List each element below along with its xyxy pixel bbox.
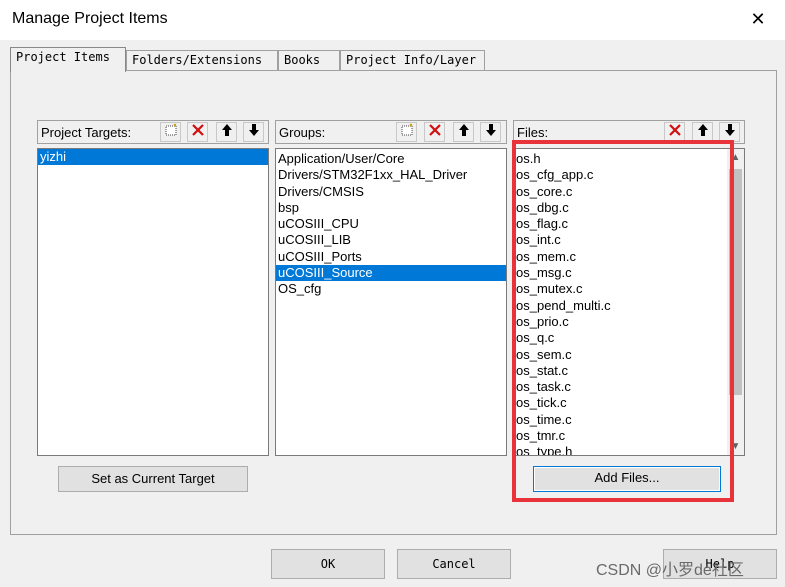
list-item[interactable]: Drivers/STM32F1xx_HAL_Driver (276, 167, 506, 183)
delete-icon (668, 124, 681, 136)
list-item[interactable]: Drivers/CMSIS (276, 184, 506, 200)
files-label: Files: (517, 125, 549, 140)
move-target-up-button[interactable] (216, 122, 237, 142)
delete-icon (428, 124, 441, 136)
list-item[interactable]: os.h (514, 151, 744, 167)
move-up-icon (458, 124, 469, 136)
watermark: CSDN @小罗de社区 (596, 562, 744, 579)
cancel-button[interactable]: Cancel (397, 549, 511, 579)
list-item[interactable]: os_q.c (514, 330, 744, 346)
groups-header: Groups: (275, 120, 507, 144)
list-item[interactable]: os_flag.c (514, 216, 744, 232)
list-item[interactable]: uCOSIII_CPU (276, 216, 506, 232)
list-item[interactable]: os_core.c (514, 184, 744, 200)
move-file-down-button[interactable] (719, 122, 740, 142)
delete-file-button[interactable] (664, 122, 685, 142)
targets-label: Project Targets: (41, 125, 132, 140)
list-item[interactable]: os_prio.c (514, 314, 744, 330)
delete-target-button[interactable] (187, 122, 208, 142)
groups-label: Groups: (279, 125, 326, 140)
list-item[interactable]: OS_cfg (276, 281, 506, 297)
new-target-button[interactable] (160, 122, 181, 142)
delete-icon (191, 124, 204, 136)
move-file-up-button[interactable] (692, 122, 713, 142)
files-list[interactable]: os.h os_cfg_app.c os_core.c os_dbg.c os_… (513, 148, 745, 456)
close-icon[interactable]: ✕ (747, 8, 769, 30)
move-down-icon (724, 124, 735, 136)
move-group-down-button[interactable] (480, 122, 501, 142)
list-item[interactable]: os_pend_multi.c (514, 298, 744, 314)
new-item-icon (165, 123, 176, 136)
list-item[interactable]: os_type.h (514, 444, 744, 455)
add-files-button[interactable]: Add Files... (533, 466, 721, 492)
new-item-icon (401, 123, 412, 136)
list-item[interactable]: os_tmr.c (514, 428, 744, 444)
tab-folders-extensions[interactable]: Folders/Extensions (126, 50, 278, 71)
list-item[interactable]: os_dbg.c (514, 200, 744, 216)
tab-project-items[interactable]: Project Items (10, 47, 126, 72)
list-item[interactable]: os_mutex.c (514, 281, 744, 297)
tab-books[interactable]: Books (278, 50, 340, 71)
list-item[interactable]: Application/User/Core (276, 151, 506, 167)
list-item[interactable]: os_stat.c (514, 363, 744, 379)
move-down-icon (248, 124, 259, 136)
list-item[interactable]: os_task.c (514, 379, 744, 395)
list-item[interactable]: os_cfg_app.c (514, 167, 744, 183)
scroll-down-icon[interactable]: ▼ (727, 438, 744, 455)
title-bar: Manage Project Items ✕ (0, 0, 785, 40)
list-item[interactable]: uCOSIII_Source (276, 265, 506, 282)
ok-button[interactable]: OK (271, 549, 385, 579)
delete-group-button[interactable] (424, 122, 445, 142)
move-up-icon (221, 124, 232, 136)
move-down-icon (485, 124, 496, 136)
list-item[interactable]: os_tick.c (514, 395, 744, 411)
list-item[interactable]: os_mem.c (514, 249, 744, 265)
targets-list[interactable]: yizhi (37, 148, 269, 456)
files-header: Files: (513, 120, 745, 144)
list-item[interactable]: uCOSIII_Ports (276, 249, 506, 265)
list-item[interactable]: os_sem.c (514, 347, 744, 363)
targets-header: Project Targets: (37, 120, 269, 144)
move-group-up-button[interactable] (453, 122, 474, 142)
move-up-icon (697, 124, 708, 136)
move-target-down-button[interactable] (243, 122, 264, 142)
list-item[interactable]: os_int.c (514, 232, 744, 248)
new-group-button[interactable] (396, 122, 417, 142)
tab-project-info-layer[interactable]: Project Info/Layer (340, 50, 485, 71)
window-title: Manage Project Items (12, 10, 168, 27)
list-item[interactable]: yizhi (38, 149, 268, 166)
set-as-current-target-button[interactable]: Set as Current Target (58, 466, 248, 492)
list-item[interactable]: uCOSIII_LIB (276, 232, 506, 248)
list-item[interactable]: bsp (276, 200, 506, 216)
scroll-up-icon[interactable]: ▲ (727, 149, 744, 166)
groups-list[interactable]: Application/User/Core Drivers/STM32F1xx_… (275, 148, 507, 456)
scroll-thumb[interactable] (729, 169, 742, 395)
list-item[interactable]: os_time.c (514, 412, 744, 428)
files-scrollbar[interactable]: ▲ ▼ (727, 149, 744, 455)
list-item[interactable]: os_msg.c (514, 265, 744, 281)
